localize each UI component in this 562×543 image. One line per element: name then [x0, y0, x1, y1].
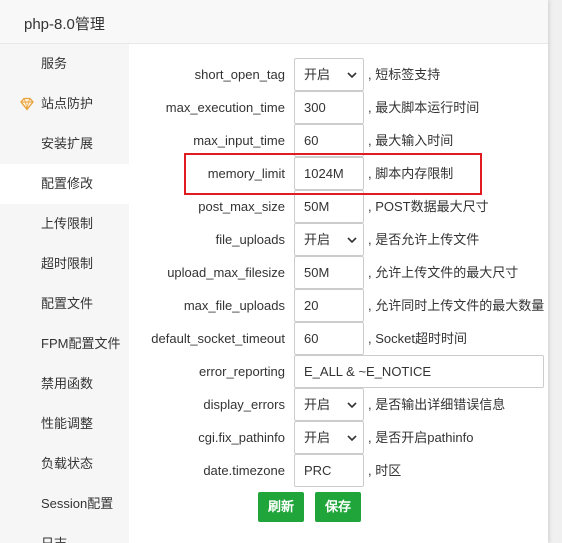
sidebar-item-label: 配置文件 [41, 296, 94, 311]
config-description: , 时区 [368, 463, 402, 478]
error-reporting-input[interactable]: E_ALL & ~E_NOTICE [294, 355, 544, 388]
sidebar-item-service[interactable]: 服务 [0, 44, 129, 84]
sidebar-item-label: Session配置 [41, 496, 114, 511]
config-row-file-uploads: file_uploads 开启 , 是否允许上传文件 [129, 223, 548, 256]
sidebar-item-session-config[interactable]: Session配置 [0, 484, 129, 524]
sidebar-item-label: 性能调整 [41, 416, 94, 431]
config-key-label: max_file_uploads [183, 298, 285, 313]
default-socket-timeout-input[interactable]: 60 [294, 322, 364, 355]
input-value: 50M [304, 199, 330, 214]
config-description: , 允许同时上传文件的最大数量 [368, 298, 545, 313]
config-row-short-open-tag: short_open_tag 开启 , 短标签支持 [129, 58, 548, 91]
config-key-label: cgi.fix_pathinfo [198, 430, 285, 445]
config-description: , 是否开启pathinfo [368, 430, 474, 445]
config-row-cgi-fix-pathinfo: cgi.fix_pathinfo 开启 , 是否开启pathinfo [129, 421, 548, 454]
config-row-display-errors: display_errors 开启 , 是否输出详细错误信息 [129, 388, 548, 421]
title-bar: php-8.0管理 [0, 0, 548, 44]
select-value: 开启 [304, 430, 331, 445]
php-manager-window: php-8.0管理 服务 站点防护 安装扩展 配置修改 上传限制 超时限制 配置… [0, 0, 548, 543]
config-description: , 最大脚本运行时间 [368, 100, 480, 115]
refresh-button[interactable]: 刷新 [258, 492, 304, 522]
shield-diamond-icon [20, 97, 34, 111]
input-value: 60 [304, 331, 319, 346]
sidebar-item-label: 超时限制 [41, 256, 94, 271]
sidebar-item-load-status[interactable]: 负载状态 [0, 444, 129, 484]
input-value: E_ALL & ~E_NOTICE [304, 364, 432, 379]
config-row-upload-max-filesize: upload_max_filesize 50M , 允许上传文件的最大尺寸 [129, 256, 548, 289]
config-description: , Socket超时时间 [368, 331, 467, 346]
sidebar-item-label: 禁用函数 [41, 376, 94, 391]
config-key-label: date.timezone [203, 463, 285, 478]
config-description: , 是否输出详细错误信息 [368, 397, 506, 412]
short-open-tag-select[interactable]: 开启 [294, 58, 364, 91]
date-timezone-input[interactable]: PRC [294, 454, 364, 487]
select-value: 开启 [304, 67, 331, 82]
config-row-max-execution-time: max_execution_time 300 , 最大脚本运行时间 [129, 91, 548, 124]
max-execution-time-input[interactable]: 300 [294, 91, 364, 124]
sidebar-item-fpm-config-file[interactable]: FPM配置文件 [0, 324, 129, 364]
config-row-error-reporting: error_reporting E_ALL & ~E_NOTICE [129, 355, 548, 388]
sidebar-item-install-extensions[interactable]: 安装扩展 [0, 124, 129, 164]
select-value: 开启 [304, 397, 331, 412]
config-form: short_open_tag 开启 , 短标签支持 max_execution_… [129, 44, 548, 543]
config-key-label: max_execution_time [165, 100, 285, 115]
sidebar-item-label: 日志 [41, 536, 67, 543]
input-value: 300 [304, 100, 326, 115]
sidebar-item-performance-tuning[interactable]: 性能调整 [0, 404, 129, 444]
config-key-label: default_socket_timeout [151, 331, 285, 346]
upload-max-filesize-input[interactable]: 50M [294, 256, 364, 289]
config-description: , 短标签支持 [368, 67, 441, 82]
config-description: , 是否允许上传文件 [368, 232, 480, 247]
chevron-down-icon [347, 237, 357, 244]
sidebar-item-config-file[interactable]: 配置文件 [0, 284, 129, 324]
chevron-down-icon [347, 402, 357, 409]
config-row-max-file-uploads: max_file_uploads 20 , 允许同时上传文件的最大数量 [129, 289, 548, 322]
sidebar-item-upload-limit[interactable]: 上传限制 [0, 204, 129, 244]
sidebar-item-timeout-limit[interactable]: 超时限制 [0, 244, 129, 284]
config-key-label: short_open_tag [194, 67, 285, 82]
save-button[interactable]: 保存 [315, 492, 361, 522]
sidebar-item-disabled-functions[interactable]: 禁用函数 [0, 364, 129, 404]
input-value: PRC [304, 463, 332, 478]
input-value: 60 [304, 133, 319, 148]
chevron-down-icon [347, 72, 357, 79]
config-row-date-timezone: date.timezone PRC , 时区 [129, 454, 548, 487]
sidebar-item-label: 配置修改 [41, 176, 94, 191]
config-key-label: display_errors [203, 397, 285, 412]
config-key-label: error_reporting [199, 364, 285, 379]
sidebar-item-label: FPM配置文件 [41, 336, 121, 351]
input-value: 20 [304, 298, 319, 313]
config-row-default-socket-timeout: default_socket_timeout 60 , Socket超时时间 [129, 322, 548, 355]
sidebar-item-label: 负载状态 [41, 456, 94, 471]
chevron-down-icon [347, 435, 357, 442]
sidebar-item-label: 安装扩展 [41, 136, 94, 151]
memory-limit-highlight-box [184, 153, 482, 195]
sidebar-item-label: 站点防护 [41, 96, 94, 111]
config-description: , 允许上传文件的最大尺寸 [368, 265, 519, 280]
sidebar-item-config-edit[interactable]: 配置修改 [0, 164, 129, 204]
sidebar-item-logs[interactable]: 日志 [0, 524, 129, 543]
input-value: 50M [304, 265, 330, 280]
display-errors-select[interactable]: 开启 [294, 388, 364, 421]
sidebar-item-label: 服务 [41, 56, 68, 71]
window-title: php-8.0管理 [24, 16, 105, 33]
sidebar-item-label: 上传限制 [41, 216, 94, 231]
select-value: 开启 [304, 232, 331, 247]
config-key-label: upload_max_filesize [167, 265, 285, 280]
max-file-uploads-input[interactable]: 20 [294, 289, 364, 322]
file-uploads-select[interactable]: 开启 [294, 223, 364, 256]
config-key-label: file_uploads [215, 232, 285, 247]
cgi-fix-pathinfo-select[interactable]: 开启 [294, 421, 364, 454]
sidebar-item-site-protection[interactable]: 站点防护 [0, 84, 129, 124]
sidebar: 服务 站点防护 安装扩展 配置修改 上传限制 超时限制 配置文件 FPM配置文件… [0, 44, 129, 543]
